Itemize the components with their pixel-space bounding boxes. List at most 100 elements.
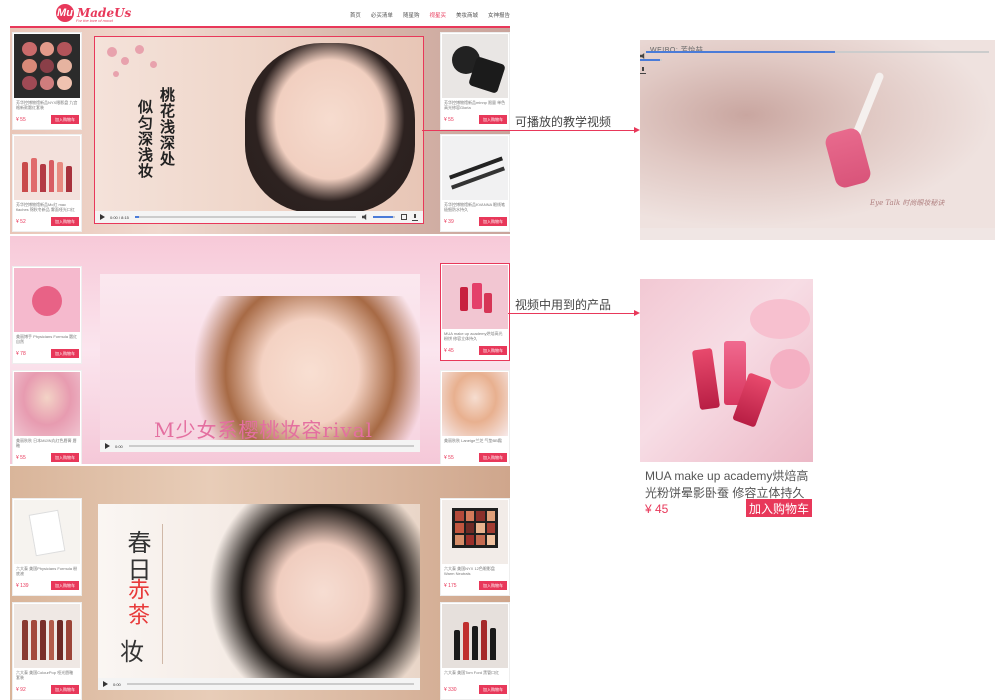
enlarged-video-player[interactable]: WEIBO: 芳怡喆 Eye Talk 时尚眼妆秘诀 0:31 / 8:15 — [640, 40, 995, 240]
add-to-cart-button[interactable]: 加入购物车 — [479, 581, 507, 590]
fullscreen-icon[interactable] — [401, 214, 407, 220]
add-to-cart-button[interactable]: 加入购物车 — [479, 217, 507, 226]
product-image — [14, 136, 80, 200]
video-controls: 0:00 / 8:15 — [95, 211, 423, 223]
product-image — [442, 265, 508, 329]
video-player[interactable]: 春日 赤茶 妆 0:00 — [98, 504, 420, 690]
product-name: MUA make up academy烘焙高光粉饼晕影卧蚕 修容立体持久 — [645, 469, 809, 500]
callout-label-video: 可播放的教学视频 — [515, 115, 612, 129]
video-frame[interactable]: M少女系樱桃妆容rival — [100, 274, 420, 452]
video-title-overlay: M少女系樱桃妆容rival — [154, 418, 374, 442]
download-icon[interactable] — [640, 67, 646, 74]
product-name: 芳华控博物馆新品NYX眼影盘 九宫格新款腮红套装 — [16, 100, 78, 110]
product-price: ¥ 55 — [16, 117, 26, 123]
title-divider — [162, 524, 163, 664]
video-progress-bar[interactable] — [126, 683, 414, 685]
product-card[interactable]: 六大泰 美国ColourPop 哑光唇釉 套装 ¥ 92 加入购物车 — [12, 602, 82, 700]
product-card-highlighted[interactable]: MUA make up academy烘焙高光粉饼 修容立体持久 ¥ 45 加入… — [440, 263, 510, 361]
poem-line-2: 似匀深浅妆 — [136, 99, 154, 179]
product-price: ¥ 45 — [645, 502, 669, 516]
video-thumbnail-model — [245, 43, 415, 213]
add-to-cart-button[interactable]: 加入购物车 — [479, 453, 507, 462]
callout-line-video-ext — [512, 130, 634, 131]
add-to-cart-button[interactable]: 加入购物车 — [51, 349, 79, 358]
product-image — [14, 604, 80, 668]
product-price: ¥ 55 — [444, 117, 454, 123]
video-overlay-text: Eye Talk 时尚眼妆秘诀 — [870, 199, 945, 207]
add-to-cart-button[interactable]: 加入购物车 — [51, 453, 79, 462]
video-progress-bar[interactable] — [134, 216, 356, 218]
product-price: ¥ 330 — [444, 687, 457, 693]
product-image — [14, 34, 80, 98]
video-title-line-2: 赤茶 — [124, 578, 149, 628]
video-watermark: WEIBO: 芳怡喆 — [650, 45, 703, 55]
callout-label-product: 视频中用到的产品 — [515, 298, 612, 312]
play-icon[interactable] — [105, 443, 110, 449]
product-image — [442, 604, 508, 668]
product-name: 六大泰 美国ColourPop 哑光唇釉 套装 — [16, 670, 74, 680]
product-card[interactable]: 六大泰 美国Physicians Formula 粉底液 ¥ 139 加入购物车 — [12, 498, 82, 596]
lip-gloss-bottle — [823, 126, 873, 190]
product-price: ¥ 92 — [16, 687, 26, 693]
video-player[interactable]: M少女系樱桃妆容rival 0:00 — [100, 274, 420, 452]
poem-line-1: 桃花浅深处 — [158, 87, 176, 167]
top-nav: 首页 必买清单 随星购 视星买 美妆商城 女神报告 — [350, 11, 510, 19]
video-time: 0:00 — [115, 443, 123, 449]
volume-slider[interactable] — [640, 59, 662, 61]
add-to-cart-button[interactable]: 加入购物车 — [51, 685, 79, 694]
product-image — [14, 268, 80, 332]
product-card[interactable]: 六大泰 美国Tom Ford 黑管口红 ¥ 330 加入购物车 — [440, 602, 510, 700]
add-to-cart-button[interactable]: 加入购物车 — [479, 115, 507, 124]
video-section-1: 芳华控博物馆新品NYX眼影盘 九宫格新款腮红套装 ¥ 55 加入购物车 芳华控博… — [10, 28, 510, 234]
video-frame[interactable]: 桃花浅深处 似匀深浅妆 — [95, 37, 423, 213]
product-card[interactable]: 芳华控博物馆新品NYX眼影盘 九宫格新款腮红套装 ¥ 55 加入购物车 — [12, 32, 82, 130]
enlarged-product-card[interactable]: MUA make up academy烘焙高光粉饼晕影卧蚕 修容立体持久 ¥ 4… — [640, 279, 813, 519]
video-title-line-3: 妆 — [120, 638, 144, 666]
video-section-2: 美丽博手 Physicians Formula 腮红 自然 ¥ 78 加入购物车… — [10, 236, 510, 464]
product-name: 六大泰 美国Tom Ford 黑管口红 — [444, 670, 500, 675]
add-to-cart-button[interactable]: 加入购物车 — [51, 115, 79, 124]
product-price: ¥ 39 — [444, 219, 454, 225]
product-card[interactable]: 芳华控博物馆新品KVANNA 眼线笔极细防水持久 ¥ 39 加入购物车 — [440, 134, 510, 232]
product-card[interactable]: 六大泰 美国NYX 12色眼影盘 Warm Neutrals ¥ 175 加入购… — [440, 498, 510, 596]
add-to-cart-button[interactable]: 加入购物车 — [51, 581, 79, 590]
product-image — [14, 500, 80, 564]
video-time: 0:00 / 8:15 — [110, 214, 129, 220]
video-frame[interactable]: 春日 赤茶 妆 — [98, 504, 420, 690]
product-card[interactable]: 芳华控博物馆新品minnp 限量 单色高光修容Gloria ¥ 55 加入购物车 — [440, 32, 510, 130]
nav-item-mall[interactable]: 美妆商城 — [456, 11, 478, 19]
nav-item-report[interactable]: 女神报告 — [488, 11, 510, 19]
callout-line-product — [508, 313, 634, 314]
volume-slider[interactable] — [373, 216, 395, 218]
video-progress-bar[interactable] — [646, 51, 989, 53]
download-icon[interactable] — [412, 213, 418, 221]
video-player[interactable]: 桃花浅深处 似匀深浅妆 0:00 / 8:15 — [94, 36, 424, 224]
product-card[interactable]: 美丽秋秋 日本MIJIN丸红色唇膏 唇釉 ¥ 55 加入购物车 — [12, 370, 82, 464]
video-progress-bar[interactable] — [128, 445, 414, 447]
product-name: 芳华控博物馆新品Mc红 mac flaches 锦秋冬新品 雾面哑光口红 — [16, 202, 75, 212]
video-controls: 0:00 — [100, 440, 420, 452]
add-to-cart-button[interactable]: 加入购物车 — [479, 685, 507, 694]
video-section-3: 六大泰 美国Physicians Formula 粉底液 ¥ 139 加入购物车… — [10, 466, 510, 700]
volume-icon[interactable] — [362, 214, 367, 220]
nav-item-must-buy[interactable]: 必买清单 — [371, 11, 393, 19]
product-card[interactable]: 芳华控博物馆新品Mc红 mac flaches 锦秋冬新品 雾面哑光口红 ¥ 5… — [12, 134, 82, 232]
product-card[interactable]: 美丽博手 Physicians Formula 腮红 自然 ¥ 78 加入购物车 — [12, 266, 82, 364]
add-to-cart-button[interactable]: 加入购物车 — [746, 499, 812, 517]
product-price: ¥ 175 — [444, 583, 457, 589]
nav-item-video-buy[interactable]: 视星买 — [429, 11, 446, 19]
nav-item-home[interactable]: 首页 — [350, 11, 361, 19]
add-to-cart-button[interactable]: 加入购物车 — [479, 346, 507, 355]
product-price: ¥ 45 — [444, 348, 454, 354]
play-icon[interactable] — [103, 681, 108, 687]
nav-item-star-buy[interactable]: 随星购 — [403, 11, 420, 19]
play-icon[interactable] — [100, 214, 105, 220]
product-card[interactable]: 美丽秋秋 Laneige兰芝 气垫BB霜 ¥ 55 加入购物车 — [440, 370, 510, 464]
callout-line-video — [422, 130, 512, 131]
product-price: ¥ 139 — [16, 583, 29, 589]
product-name: 六大泰 美国NYX 12色眼影盘 Warm Neutrals — [444, 566, 495, 576]
product-image — [640, 279, 813, 462]
product-price: ¥ 78 — [16, 351, 26, 357]
enlarged-video-frame[interactable]: WEIBO: 芳怡喆 Eye Talk 时尚眼妆秘诀 — [640, 40, 995, 228]
add-to-cart-button[interactable]: 加入购物车 — [51, 217, 79, 226]
